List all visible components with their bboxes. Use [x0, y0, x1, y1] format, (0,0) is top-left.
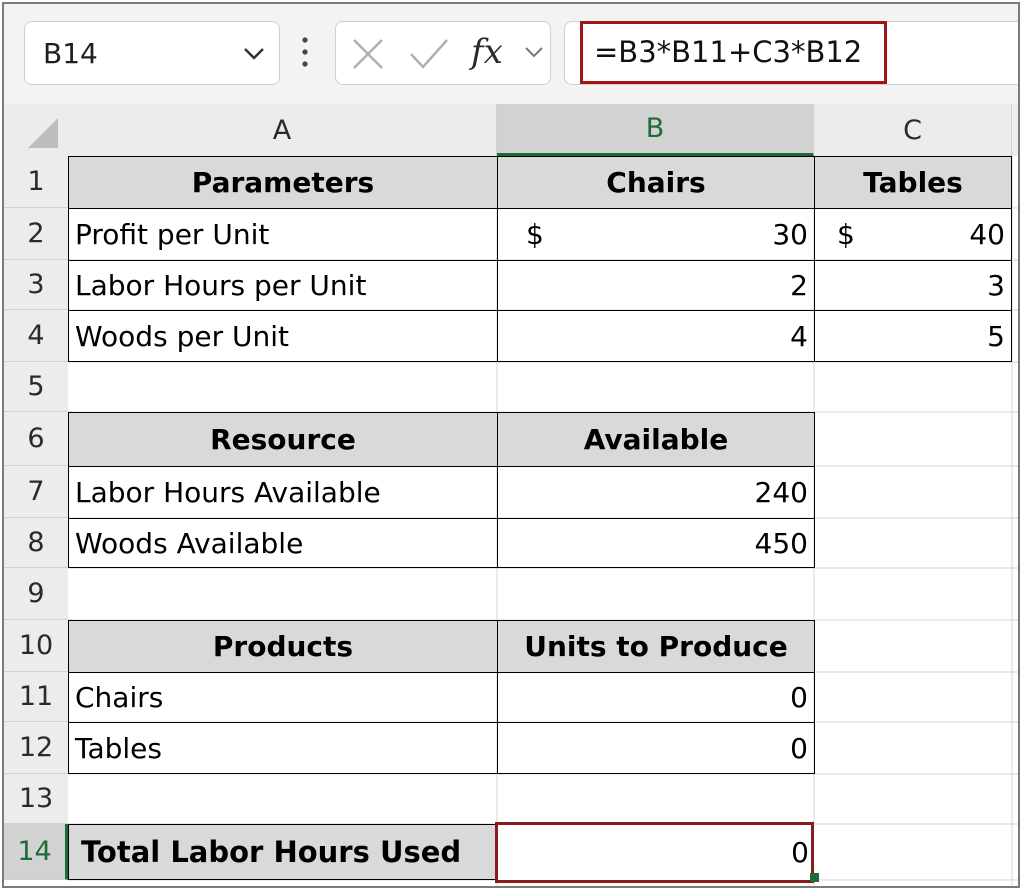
row-header-5[interactable]: 5 — [4, 362, 68, 412]
name-box[interactable]: B14 — [24, 21, 280, 85]
cell-c4[interactable]: 5 — [814, 310, 1012, 362]
row-header-7[interactable]: 7 — [4, 466, 68, 518]
name-box-value: B14 — [43, 37, 98, 70]
cell-b7[interactable]: 240 — [497, 466, 815, 519]
row-header-9[interactable]: 9 — [4, 568, 68, 620]
cell-b12[interactable]: 0 — [497, 722, 815, 774]
currency-symbol: $ — [837, 218, 855, 251]
cell-b6[interactable]: Available — [497, 412, 815, 467]
formula-bar: B14 fx =B3*B11+C3*B12 — [4, 4, 1018, 104]
row-header-11[interactable]: 11 — [4, 672, 68, 722]
column-header-b[interactable]: B — [497, 104, 814, 156]
row-header-6[interactable]: 6 — [4, 412, 68, 466]
selected-cell-highlight — [495, 822, 814, 883]
cell-a6[interactable]: Resource — [68, 412, 498, 467]
cell-c1[interactable]: Tables — [814, 156, 1012, 209]
row-header-13[interactable]: 13 — [4, 774, 68, 824]
more-options-icon[interactable] — [298, 32, 312, 72]
cell-b1[interactable]: Chairs — [497, 156, 815, 209]
row-header-14[interactable]: 14 — [4, 824, 68, 880]
cell-a7[interactable]: Labor Hours Available — [68, 466, 498, 519]
insert-function-icon[interactable]: fx — [471, 32, 503, 72]
cell-a2[interactable]: Profit per Unit — [68, 208, 498, 261]
column-header-d[interactable] — [1012, 104, 1018, 156]
cell-a12[interactable]: Tables — [68, 722, 498, 774]
enter-check-icon[interactable] — [408, 36, 450, 72]
row-header-12[interactable]: 12 — [4, 722, 68, 774]
cell-b2-value: 30 — [772, 218, 808, 251]
cancel-icon[interactable] — [350, 36, 386, 72]
cell-a14[interactable]: Total Labor Hours Used — [68, 824, 498, 880]
cell-c2[interactable]: $ 40 — [814, 208, 1012, 261]
cell-b11[interactable]: 0 — [497, 672, 815, 723]
formula-text[interactable]: =B3*B11+C3*B12 — [594, 35, 862, 69]
select-all-triangle-icon — [28, 118, 58, 148]
cell-c3[interactable]: 3 — [814, 260, 1012, 311]
row-header-2[interactable]: 2 — [4, 208, 68, 260]
row-header-8[interactable]: 8 — [4, 518, 68, 568]
select-all-corner[interactable] — [4, 104, 68, 156]
chevron-down-icon[interactable] — [522, 40, 546, 64]
cell-a4[interactable]: Woods per Unit — [68, 310, 498, 362]
cell-b3[interactable]: 2 — [497, 260, 815, 311]
row-header-4[interactable]: 4 — [4, 310, 68, 362]
cell-b10[interactable]: Units to Produce — [497, 620, 815, 673]
cell-b4[interactable]: 4 — [497, 310, 815, 362]
row-header-1[interactable]: 1 — [4, 156, 68, 208]
spreadsheet-window: B14 fx =B3*B11+C3*B12 A B C 1 2 3 4 5 6 … — [2, 2, 1020, 888]
cell-a10[interactable]: Products — [68, 620, 498, 673]
cell-a1[interactable]: Parameters — [68, 156, 498, 209]
cell-c2-value: 40 — [969, 218, 1005, 251]
column-header-c[interactable]: C — [814, 104, 1012, 156]
row-header-10[interactable]: 10 — [4, 620, 68, 672]
cell-a11[interactable]: Chairs — [68, 672, 498, 723]
cell-b2[interactable]: $ 30 — [497, 208, 815, 261]
cell-a3[interactable]: Labor Hours per Unit — [68, 260, 498, 311]
cell-b8[interactable]: 450 — [497, 518, 815, 568]
cell-a8[interactable]: Woods Available — [68, 518, 498, 568]
currency-symbol: $ — [526, 218, 544, 251]
chevron-down-icon[interactable] — [239, 38, 269, 68]
column-header-a[interactable]: A — [68, 104, 497, 156]
fill-handle[interactable] — [810, 873, 819, 882]
formula-controls: fx — [335, 21, 551, 85]
row-header-3[interactable]: 3 — [4, 260, 68, 310]
